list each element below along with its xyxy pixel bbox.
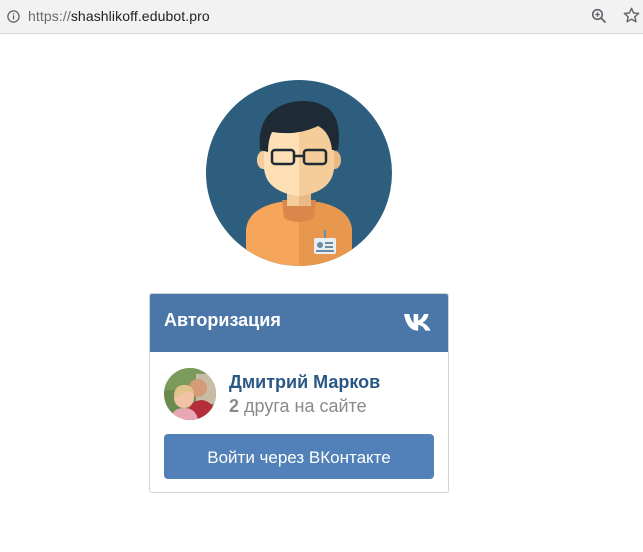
friends-count: 2 <box>229 396 240 416</box>
user-photo <box>164 368 216 420</box>
widget-title: Авторизация <box>164 310 281 330</box>
bookmark-star-icon[interactable] <box>623 7 640 24</box>
url-scheme: https:// <box>28 8 71 24</box>
user-name[interactable]: Дмитрий Марков <box>229 372 380 393</box>
vk-auth-widget: Авторизация Дмитрий Марков 2 друга на са… <box>149 293 449 493</box>
url-host: shashlikoff.edubot.pro <box>70 8 210 24</box>
zoom-icon[interactable] <box>591 8 607 24</box>
vk-login-button[interactable]: Войти через ВКонтакте <box>164 434 434 479</box>
widget-header: Авторизация <box>150 294 448 352</box>
vk-logo-icon <box>404 314 431 331</box>
friends-on-site: 2 друга на сайте <box>229 396 367 417</box>
address-bar[interactable]: https://shashlikoff.edubot.pro <box>0 0 643 34</box>
friends-text: друга на сайте <box>244 396 367 416</box>
user-avatar-illustration <box>206 80 392 266</box>
info-icon[interactable] <box>7 10 20 23</box>
url-text[interactable]: https://shashlikoff.edubot.pro <box>28 8 210 24</box>
